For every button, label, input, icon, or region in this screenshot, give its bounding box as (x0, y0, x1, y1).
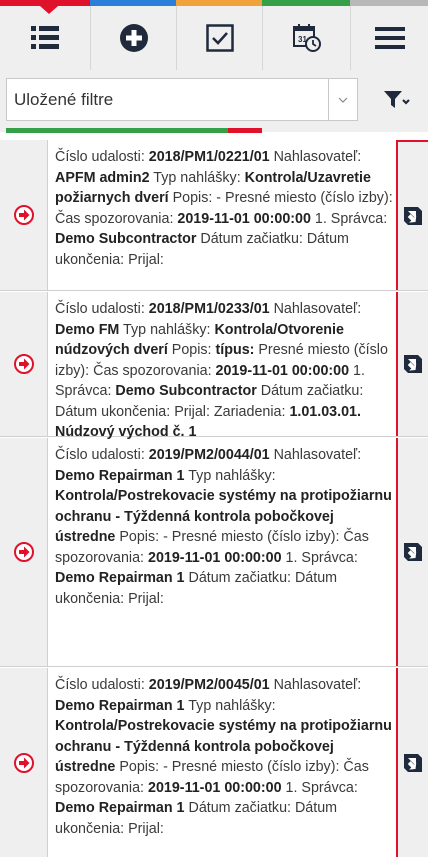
event-id-label: Číslo udalosti: (55, 149, 149, 165)
list-item[interactable]: Číslo udalosti: 2018/PM1/0233/01 Nahlaso… (0, 292, 428, 440)
arrow-right-circle-icon (13, 205, 34, 225)
type-label: Typ nahlášky: (184, 467, 276, 484)
observed-time: 2019-11-01 00:00:00 (177, 210, 311, 227)
open-event-button[interactable] (0, 668, 47, 857)
list-view-button[interactable] (0, 6, 90, 70)
manager: Demo Repairman 1 (55, 800, 185, 816)
observed-time: 2019-11-01 00:00:00 (215, 362, 350, 379)
saved-filters-select[interactable]: Uložené filtre (6, 78, 358, 121)
open-event-button[interactable] (0, 292, 47, 436)
event-details: Číslo udalosti: 2019/PM2/0044/01 Nahlaso… (55, 445, 393, 609)
reporter-label: Nahlasovateľ: (269, 301, 362, 317)
event-details: Číslo udalosti: 2018/PM1/0221/01 Nahlaso… (55, 147, 393, 270)
export-button[interactable] (396, 668, 428, 857)
type-label: Typ nahlášky: (184, 697, 276, 714)
event-id: 2018/PM1/0233/01 (148, 301, 270, 317)
description-label: Popis: (167, 342, 216, 358)
arrow-right-circle-icon (13, 354, 34, 374)
column-divider (47, 292, 48, 436)
plus-circle-icon (119, 24, 148, 52)
column-divider (47, 438, 48, 666)
manager-label: 1. Správca: (281, 779, 358, 796)
export-button[interactable] (396, 292, 428, 436)
event-id: 2019/PM2/0044/01 (148, 447, 270, 463)
list-item[interactable]: Číslo udalosti: 2019/PM2/0045/01 Nahlaso… (0, 668, 428, 857)
open-event-button[interactable] (0, 140, 47, 290)
column-divider (47, 668, 48, 857)
observed-time: 2019-11-01 00:00:00 (148, 549, 282, 566)
hamburger-icon (374, 27, 405, 49)
description: típus: (215, 342, 255, 358)
filter-progress-bar (6, 128, 422, 133)
event-list: Číslo udalosti: 2018/PM1/0221/01 Nahlaso… (0, 140, 428, 857)
open-event-button[interactable] (0, 438, 47, 666)
manager: Demo Subcontractor (115, 383, 257, 399)
export-arrow-icon (404, 543, 422, 561)
reporter: Demo Repairman 1 (55, 697, 185, 714)
reporter-label: Nahlasovateľ: (269, 677, 362, 693)
reporter-label: Nahlasovateľ: (269, 447, 362, 463)
menu-button[interactable] (351, 6, 428, 70)
calendar-button[interactable]: 31 (263, 6, 350, 70)
arrow-right-circle-icon (13, 752, 34, 773)
progress-segment-green (6, 128, 228, 133)
column-divider (47, 140, 48, 290)
arrow-right-circle-icon (13, 542, 34, 562)
toolbar: 31 (0, 0, 428, 70)
reporter-label: Nahlasovateľ: (269, 149, 362, 165)
add-button[interactable] (91, 6, 176, 70)
event-id: 2018/PM1/0221/01 (148, 149, 270, 165)
filter-funnel-icon (384, 91, 410, 108)
manager-label: 1. Správca: (281, 549, 358, 566)
filter-row: Uložené filtre (0, 70, 428, 132)
filter-button[interactable] (372, 82, 422, 118)
list-item[interactable]: Číslo udalosti: 2019/PM2/0044/01 Nahlaso… (0, 438, 428, 667)
export-button[interactable] (396, 438, 428, 666)
event-id-label: Číslo udalosti: (55, 677, 149, 693)
chevron-down-icon (338, 97, 348, 103)
list-icon (31, 26, 59, 49)
list-item[interactable]: Číslo udalosti: 2018/PM1/0221/01 Nahlaso… (0, 140, 428, 291)
manager: Demo Subcontractor (55, 231, 197, 247)
event-id: 2019/PM2/0045/01 (148, 677, 270, 693)
event-details: Číslo udalosti: 2018/PM1/0233/01 Nahlaso… (55, 299, 393, 443)
export-arrow-icon (404, 355, 422, 373)
type-label: Typ nahlášky: (119, 321, 215, 338)
reporter: Demo FM (55, 321, 120, 338)
select-dropdown-toggle[interactable] (328, 79, 357, 120)
export-arrow-icon (404, 207, 422, 225)
progress-segment-red (228, 128, 262, 133)
reporter: APFM admin2 (55, 169, 150, 186)
type-label: Typ nahlášky: (149, 169, 245, 186)
event-details: Číslo udalosti: 2019/PM2/0045/01 Nahlaso… (55, 675, 393, 839)
manager: Demo Repairman 1 (55, 570, 185, 586)
calendar-clock-icon: 31 (292, 24, 321, 52)
observed-time: 2019-11-01 00:00:00 (148, 779, 282, 796)
event-id-label: Číslo udalosti: (55, 447, 149, 463)
manager-label: 1. Správca: (310, 210, 388, 227)
event-id-label: Číslo udalosti: (55, 301, 149, 317)
reporter: Demo Repairman 1 (55, 467, 185, 484)
check-button[interactable] (177, 6, 262, 70)
saved-filters-label: Uložené filtre (14, 90, 114, 109)
export-arrow-icon (404, 753, 422, 772)
export-button[interactable] (396, 140, 428, 290)
checkbox-icon (205, 24, 234, 52)
